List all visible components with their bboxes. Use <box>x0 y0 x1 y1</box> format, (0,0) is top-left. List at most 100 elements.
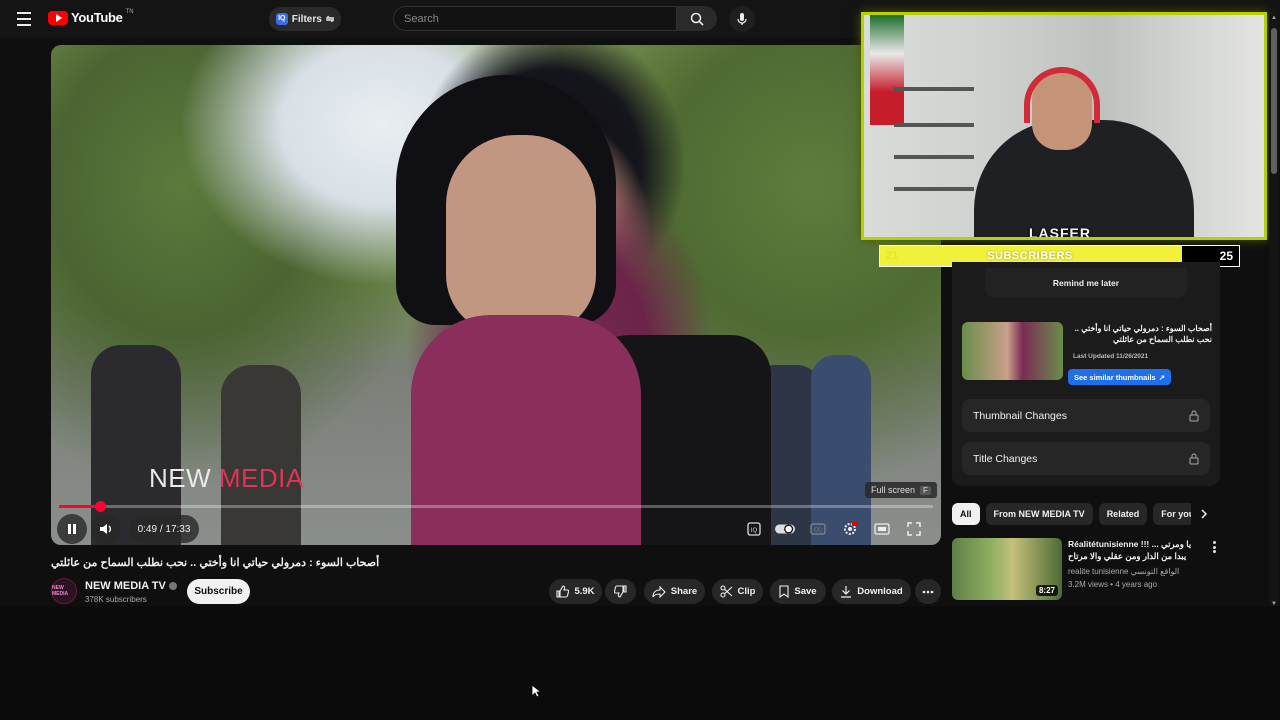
recommended-video-meta: 3.2M views • 4 years ago <box>1068 580 1158 589</box>
autoplay-toggle[interactable] <box>775 519 795 539</box>
chip-for-you[interactable]: For you <box>1153 503 1192 525</box>
video-title: أصحاب السوء : دمرولي حياتي انا وأختي .. … <box>51 557 380 569</box>
time-display: 0:49 / 17:33 <box>129 515 199 543</box>
current-thumbnail-preview[interactable] <box>962 322 1063 380</box>
video-player[interactable]: NEW MEDIA Full screen F 0:49 / 17:33 IQ C… <box>51 45 941 545</box>
thumbnail-changes-label: Thumbnail Changes <box>973 409 1067 422</box>
clip-label: Clip <box>737 586 756 597</box>
search-input[interactable] <box>404 12 666 25</box>
shelf <box>894 123 974 127</box>
video-duration: 8:27 <box>1035 585 1058 596</box>
progress-bar[interactable] <box>59 501 933 512</box>
scissors-icon <box>719 585 732 598</box>
theater-mode-icon[interactable] <box>872 519 892 539</box>
subscriber-count: 378K subscribers <box>85 595 147 604</box>
settings-gear-icon[interactable] <box>840 519 860 539</box>
extension-player-icon[interactable]: IQ <box>744 519 764 539</box>
lock-icon <box>1189 453 1199 464</box>
thumbnail-extension-panel: Remind me later أصحاب السوء : دمرولي حيا… <box>952 262 1220 486</box>
recommended-channel-name[interactable]: realite tunisienne الواقع التونسي <box>1068 567 1179 576</box>
mouse-cursor-icon <box>531 684 541 698</box>
streamer-webcam-overlay: LASFER <box>861 12 1267 240</box>
download-button[interactable]: Download <box>832 579 911 604</box>
download-icon <box>841 586 852 598</box>
page-scrollbar[interactable]: ▲ ▼ <box>1269 14 1279 608</box>
dislike-button[interactable] <box>605 579 636 604</box>
more-actions-button[interactable] <box>915 579 941 604</box>
title-changes-label: Title Changes <box>973 452 1038 465</box>
share-icon <box>652 585 666 598</box>
subscriber-goal-label: SUBSCRIBERS <box>987 250 1073 262</box>
chip-related[interactable]: Related <box>1098 503 1148 525</box>
chip-from-channel[interactable]: From NEW MEDIA TV <box>985 503 1093 525</box>
filters-label: Filters <box>291 13 322 25</box>
search-icon <box>690 12 704 26</box>
channel-avatar[interactable]: NEW MEDIA <box>51 578 77 604</box>
youtube-logo[interactable]: YouTube TN <box>48 8 134 25</box>
headphones-icon <box>1024 67 1100 123</box>
country-code: TN <box>125 8 134 15</box>
bookmark-icon <box>779 585 789 598</box>
thumbnail-title: أصحاب السوء : دمرولي حياتي انا وأختي .. … <box>1074 324 1212 344</box>
svg-text:CC: CC <box>814 528 822 534</box>
scrubber-handle[interactable] <box>95 501 107 512</box>
thumbnail-changes-row[interactable]: Thumbnail Changes <box>962 399 1210 432</box>
bystander <box>811 355 871 545</box>
extension-icon: IQ <box>275 13 288 25</box>
subscribe-button[interactable]: Subscribe <box>187 579 250 604</box>
menu-icon[interactable] <box>12 8 36 30</box>
shelf <box>894 87 974 91</box>
share-button[interactable]: Share <box>644 579 705 604</box>
like-button[interactable]: 5.9K <box>549 579 602 604</box>
lock-icon <box>1189 410 1199 421</box>
title-changes-row[interactable]: Title Changes <box>962 442 1210 475</box>
shelf <box>894 155 974 159</box>
youtube-watch-page: YouTube TN IQ Filters ⇋ NEW MEDIA Full s… <box>0 0 1280 720</box>
share-label: Share <box>670 586 698 597</box>
video-subject-hoodie <box>411 315 641 545</box>
more-horizontal-icon <box>922 590 934 593</box>
like-count: 5.9K <box>574 586 595 597</box>
shelf <box>894 187 974 191</box>
mute-button[interactable] <box>91 514 121 544</box>
microphone-icon <box>737 13 747 25</box>
pause-icon <box>68 524 76 534</box>
channel-name-link[interactable]: NEW MEDIA TV <box>85 580 177 592</box>
voice-search-button[interactable] <box>729 6 755 32</box>
streamer-logo: LASFER <box>1029 225 1091 240</box>
progress-played <box>59 505 101 508</box>
logo-text: YouTube <box>71 10 123 25</box>
save-label: Save <box>794 586 817 597</box>
recommended-video-title[interactable]: Réalitétunisienne !!! يا ومرتي ... يبدا … <box>1068 538 1200 564</box>
chip-all[interactable]: All <box>952 503 980 525</box>
thumbs-down-icon <box>614 585 627 598</box>
pause-button[interactable] <box>57 514 87 544</box>
fullscreen-icon[interactable] <box>904 519 924 539</box>
thumbs-up-icon <box>556 585 570 598</box>
similar-label: See similar thumbnails <box>1074 372 1156 382</box>
video-watermark: NEW MEDIA <box>149 463 304 493</box>
filters-button[interactable]: IQ Filters ⇋ <box>269 7 341 31</box>
see-similar-thumbnails-button[interactable]: See similar thumbnails ↗ <box>1068 369 1171 385</box>
remind-later-button[interactable]: Remind me later <box>985 268 1187 298</box>
youtube-play-icon <box>48 10 68 25</box>
fullscreen-tooltip: Full screen F <box>865 482 937 498</box>
svg-text:IQ: IQ <box>751 528 758 534</box>
flag-decoration <box>870 15 904 125</box>
search-box <box>393 6 677 31</box>
save-button[interactable]: Save <box>770 579 826 604</box>
recommendation-chips: All From NEW MEDIA TV Related For you <box>952 503 1220 525</box>
scroll-up-icon[interactable]: ▲ <box>1270 14 1278 22</box>
search-button[interactable] <box>677 6 717 31</box>
last-updated-text: Last Updated 11/26/2021 <box>1073 353 1149 360</box>
bystander <box>221 365 301 545</box>
chevron-right-icon[interactable] <box>1196 506 1212 522</box>
subscriber-goal-target: 25 <box>1219 249 1233 263</box>
volume-icon <box>100 524 111 534</box>
recommended-video-thumbnail[interactable]: 8:27 <box>952 538 1062 600</box>
more-vertical-icon[interactable] <box>1208 540 1220 554</box>
download-label: Download <box>857 586 903 597</box>
captions-icon[interactable]: CC <box>808 519 828 539</box>
scrollbar-thumb[interactable] <box>1271 28 1277 174</box>
clip-button[interactable]: Clip <box>712 579 763 604</box>
